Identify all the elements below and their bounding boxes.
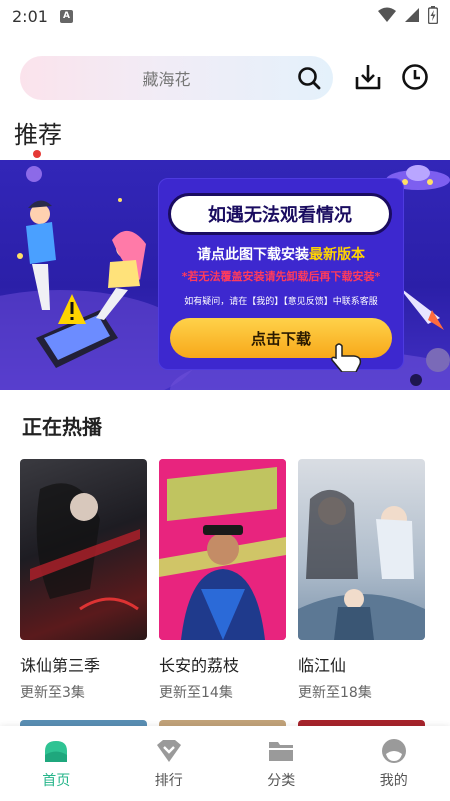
- status-icons: [378, 6, 438, 24]
- profile-icon: [381, 739, 406, 763]
- status-bar: 2:01 A: [0, 0, 450, 32]
- show-title: 诛仙第三季: [20, 656, 101, 675]
- tab-home-label: 首页: [42, 773, 71, 789]
- carousel-indicator: [33, 150, 41, 158]
- notification-icon: A: [59, 9, 73, 23]
- search-icon[interactable]: [297, 66, 321, 90]
- tab-profile[interactable]: 我的: [338, 726, 450, 801]
- banner-headline: 如遇无法观看情况: [168, 193, 392, 235]
- banner-install-text: 请点此图下载安装最新版本: [158, 244, 404, 264]
- ranking-icon: [156, 740, 181, 762]
- home-icon: [45, 741, 68, 762]
- clock-icon[interactable]: [401, 63, 429, 91]
- poster-art: [30, 483, 140, 611]
- show-episode-status: 更新至14集: [159, 685, 233, 701]
- battery-charging-icon: [428, 6, 438, 24]
- show-card[interactable]: 长安的荔枝 更新至14集: [159, 459, 286, 702]
- search-input[interactable]: 藏海花: [20, 56, 333, 100]
- promo-banner[interactable]: 如遇无法观看情况 请点此图下载安装最新版本 *若无法覆盖安装请先卸载后再下载安装…: [0, 160, 450, 390]
- show-episode-status: 更新至3集: [20, 685, 85, 701]
- now-playing-title: 正在热播: [22, 415, 102, 439]
- poster-art: [159, 459, 286, 640]
- tab-ranking[interactable]: 排行: [113, 726, 226, 801]
- banner-warning-text: *若无法覆盖安装请先卸载后再下载安装*: [181, 270, 381, 283]
- show-card[interactable]: 临江仙 更新至18集: [298, 459, 425, 702]
- show-poster[interactable]: [20, 459, 147, 640]
- show-card[interactable]: 诛仙第三季 更新至3集: [20, 459, 147, 702]
- wifi-icon: [378, 7, 396, 22]
- show-episode-status: 更新至18集: [298, 685, 372, 701]
- banner-install-highlight: 最新版本: [309, 247, 365, 263]
- status-time: 2:01: [12, 6, 48, 26]
- hand-pointer-icon: [331, 343, 362, 372]
- banner-install-prefix: 请点此图下载安装: [197, 247, 309, 263]
- bottom-tab-bar: 首页 排行 分类 我的: [0, 726, 450, 801]
- tab-category-label: 分类: [267, 773, 296, 789]
- signal-icon: [405, 8, 419, 22]
- show-title: 临江仙: [298, 656, 347, 675]
- folder-icon: [269, 742, 294, 761]
- recommend-title: 推荐: [14, 121, 62, 149]
- show-title: 长安的荔枝: [159, 656, 240, 675]
- download-icon[interactable]: [354, 63, 382, 91]
- show-poster[interactable]: [159, 459, 286, 640]
- tab-category[interactable]: 分类: [225, 726, 338, 801]
- banner-help-text: 如有疑问，请在【我的】【意见反馈】中联系客服: [184, 297, 378, 307]
- tab-ranking-label: 排行: [154, 773, 183, 789]
- show-poster[interactable]: [298, 459, 425, 640]
- tab-profile-label: 我的: [379, 773, 408, 789]
- poster-art: [298, 489, 425, 640]
- search-placeholder: 藏海花: [142, 70, 191, 89]
- tab-home[interactable]: 首页: [0, 726, 113, 801]
